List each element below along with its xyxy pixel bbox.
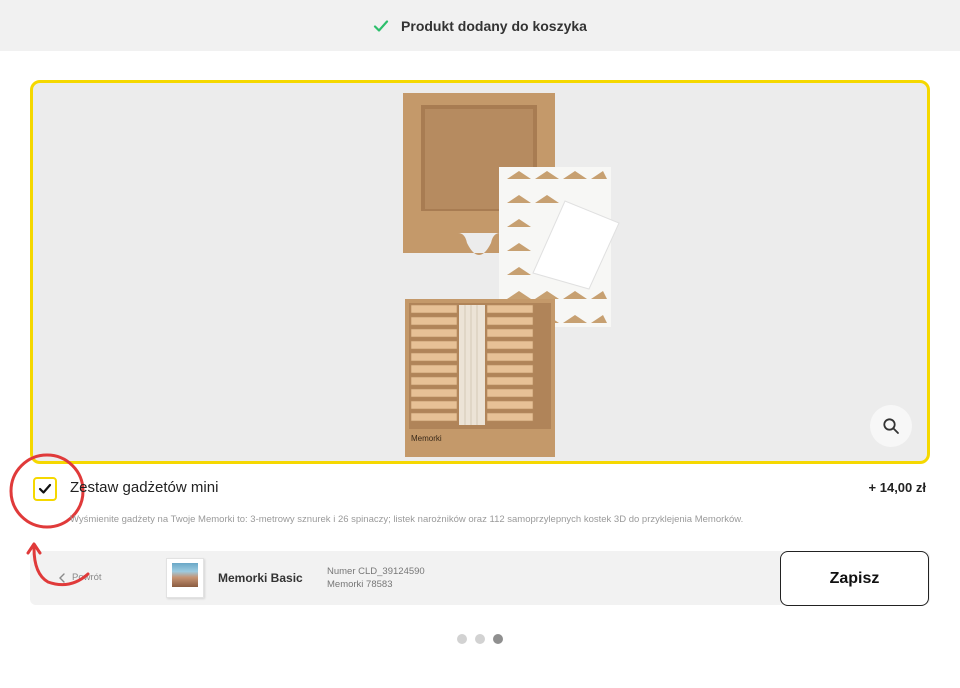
checkmark-icon [38, 483, 52, 494]
toast-banner: Produkt dodany do koszyka [0, 0, 960, 51]
check-icon [373, 19, 389, 32]
toast-message: Produkt dodany do koszyka [401, 17, 587, 34]
product-image-frame: Memorki [30, 80, 930, 464]
zoom-button[interactable] [870, 405, 912, 447]
option-price: + 14,00 zł [868, 480, 926, 495]
back-link[interactable]: Powrót [58, 572, 102, 583]
option-checkbox[interactable] [33, 477, 57, 501]
search-icon [883, 418, 899, 434]
order-info: Numer CLD_39124590 Memorki 78583 [327, 565, 425, 591]
pager-dot-3[interactable] [493, 634, 503, 644]
chevron-left-icon [59, 572, 65, 583]
product-image: Memorki [403, 93, 620, 457]
box-brand-label: Memorki [411, 434, 442, 443]
back-label: Powrót [72, 572, 102, 583]
option-name: Zestaw gadżetów mini [70, 479, 219, 496]
pager-dot-1[interactable] [457, 634, 467, 644]
order-number: Numer CLD_39124590 [327, 566, 425, 577]
product-thumbnail [166, 558, 204, 598]
pager-dot-2[interactable] [475, 634, 485, 644]
pager [457, 634, 503, 644]
save-button[interactable]: Zapisz [780, 551, 929, 606]
option-description: Wyśmienite gadżety na Twoje Memorki to: … [70, 514, 744, 525]
order-subtitle: Memorki 78583 [327, 579, 393, 590]
thumbnail-photo [172, 563, 198, 587]
product-name: Memorki Basic [218, 571, 303, 585]
